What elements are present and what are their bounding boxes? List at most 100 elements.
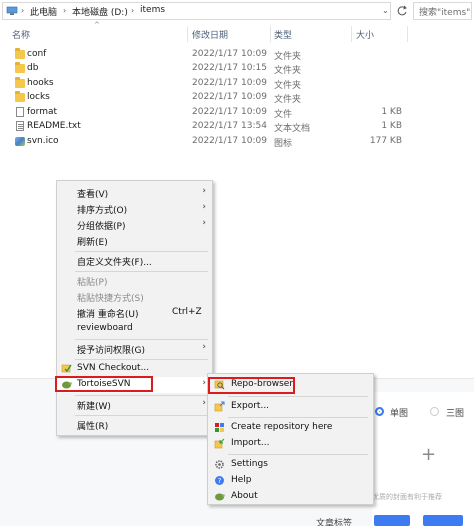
menu-item-label: SVN Checkout... <box>77 363 150 373</box>
column-header-type[interactable]: 类型 <box>274 28 292 41</box>
file-type: 文件夹 <box>274 66 302 76</box>
address-bar-row: › 此电脑 › 本地磁盘 (D:) › items ⌄ 搜索"items" <box>0 0 474 22</box>
folder-icon <box>15 77 25 88</box>
menu-item-label: 自定义文件夹(F)... <box>77 258 152 268</box>
breadcrumb-items[interactable]: items <box>140 5 165 15</box>
menu-item-label: 撤消 重命名(U) <box>77 310 139 320</box>
breadcrumb-local-disk[interactable]: 本地磁盘 (D:) <box>72 5 128 18</box>
menu-item-label: Create repository here <box>231 422 333 432</box>
file-name: format <box>27 107 58 117</box>
file-name: README.txt <box>27 121 81 131</box>
file-name: db <box>27 63 39 73</box>
file-name: hooks <box>27 78 54 88</box>
text-file-icon <box>16 121 24 131</box>
tortoisesvn-highlight-box <box>55 376 153 392</box>
menu-separator <box>228 454 368 455</box>
list-item[interactable]: README.txt 2022/1/17 13:54 文本文档 1 KB <box>0 120 474 134</box>
address-bar[interactable]: › 此电脑 › 本地磁盘 (D:) › items ⌄ <box>2 2 391 20</box>
breadcrumb-separator: › <box>21 6 25 15</box>
menu-item-label: 新建(W) <box>77 402 111 412</box>
list-item[interactable]: svn.ico 2022/1/17 10:09 图标 177 KB <box>0 135 474 149</box>
breadcrumb-this-pc[interactable]: 此电脑 <box>30 5 57 18</box>
refresh-icon[interactable] <box>395 3 409 19</box>
menu-item-group-by[interactable]: 分组依据(P) › <box>57 217 212 233</box>
menu-item-label: 查看(V) <box>77 190 109 200</box>
menu-item-label: 粘贴快捷方式(S) <box>77 294 144 304</box>
file-modified: 2022/1/17 10:09 <box>192 92 267 102</box>
help-icon: ? <box>215 476 224 485</box>
menu-item-label: Export... <box>231 401 270 411</box>
menu-item-label: 授予访问权限(G) <box>77 346 145 356</box>
column-header-modified[interactable]: 修改日期 <box>192 28 228 41</box>
menu-item-paste: 粘贴(P) <box>57 273 212 289</box>
file-name: locks <box>27 92 50 102</box>
menu-item-export[interactable]: Export... <box>208 399 373 415</box>
menu-item-refresh[interactable]: 刷新(E) <box>57 233 212 249</box>
file-size: 177 KB <box>369 136 402 146</box>
column-header-name[interactable]: 名称 <box>12 28 30 41</box>
menu-separator <box>228 396 368 397</box>
menu-item-sort-by[interactable]: 排序方式(O) › <box>57 201 212 217</box>
menu-item-about[interactable]: About <box>208 489 373 505</box>
menu-separator <box>75 271 208 272</box>
file-icon <box>16 107 24 117</box>
list-item[interactable]: hooks 2022/1/17 10:09 文件夹 <box>0 77 474 91</box>
file-name: conf <box>27 49 47 59</box>
menu-item-label: 分组依据(P) <box>77 222 126 232</box>
column-header-size[interactable]: 大小 <box>356 28 374 41</box>
tag-chip[interactable] <box>423 515 463 526</box>
submenu-arrow-icon: › <box>202 186 206 196</box>
menu-item-reviewboard[interactable]: reviewboard <box>57 321 212 337</box>
list-item[interactable]: db 2022/1/17 10:15 文件夹 <box>0 62 474 76</box>
menu-item-create-repository[interactable]: Create repository here <box>208 420 373 436</box>
menu-item-import[interactable]: Import... <box>208 436 373 452</box>
cover-hint: 优质的封面有利于推荐 <box>372 493 442 501</box>
submenu-arrow-icon: › <box>202 342 206 352</box>
list-item[interactable]: format 2022/1/17 10:09 文件 1 KB <box>0 106 474 120</box>
list-item[interactable]: locks 2022/1/17 10:09 文件夹 <box>0 91 474 105</box>
menu-separator <box>75 339 208 340</box>
menu-item-help[interactable]: ? Help <box>208 473 373 489</box>
menu-item-undo-rename[interactable]: 撤消 重命名(U) Ctrl+Z <box>57 305 212 321</box>
menu-item-label: reviewboard <box>77 323 133 333</box>
add-cover-plus-icon[interactable]: + <box>421 446 436 464</box>
menu-separator <box>228 417 368 418</box>
file-modified: 2022/1/17 13:54 <box>192 121 267 131</box>
article-tags-label: 文章标签 <box>316 519 353 526</box>
create-repository-icon <box>215 423 224 432</box>
file-type: 文本文档 <box>274 124 311 134</box>
column-divider[interactable] <box>407 26 408 42</box>
file-modified: 2022/1/17 10:09 <box>192 78 267 88</box>
search-input[interactable]: 搜索"items" <box>413 2 472 20</box>
column-divider[interactable] <box>270 26 271 42</box>
repo-browser-highlight-box <box>208 377 295 394</box>
this-pc-icon <box>6 6 18 15</box>
file-type: 文件夹 <box>274 52 302 62</box>
list-item[interactable]: conf 2022/1/17 10:09 文件夹 <box>0 48 474 62</box>
menu-item-settings[interactable]: Settings <box>208 457 373 473</box>
menu-item-new[interactable]: 新建(W) › <box>57 397 212 413</box>
menu-item-svn-checkout[interactable]: SVN Checkout... <box>57 361 212 377</box>
three-image-radio[interactable] <box>430 407 439 416</box>
import-icon <box>214 438 225 449</box>
single-image-label: 单图 <box>390 409 409 419</box>
address-history-chevron-down-icon[interactable]: ⌄ <box>382 6 389 15</box>
column-divider[interactable] <box>351 26 352 42</box>
column-divider[interactable] <box>187 26 188 42</box>
search-placeholder: 搜索"items" <box>419 8 471 18</box>
tag-chip[interactable] <box>374 515 410 526</box>
menu-item-grant-access[interactable]: 授予访问权限(G) › <box>57 341 212 357</box>
keyboard-shortcut: Ctrl+Z <box>172 307 202 317</box>
export-icon <box>214 401 225 412</box>
menu-item-customize-folder[interactable]: 自定义文件夹(F)... <box>57 253 212 269</box>
single-image-radio[interactable] <box>375 407 384 416</box>
folder-icon <box>15 62 25 73</box>
menu-item-label: 排序方式(O) <box>77 206 128 216</box>
folder-icon <box>15 91 25 102</box>
file-name: svn.ico <box>27 136 59 146</box>
menu-item-properties[interactable]: 属性(R) <box>57 417 212 433</box>
menu-item-view[interactable]: 查看(V) › <box>57 185 212 201</box>
file-type: 文件 <box>274 110 293 120</box>
file-modified: 2022/1/17 10:09 <box>192 49 267 59</box>
file-size: 1 KB <box>381 107 402 117</box>
